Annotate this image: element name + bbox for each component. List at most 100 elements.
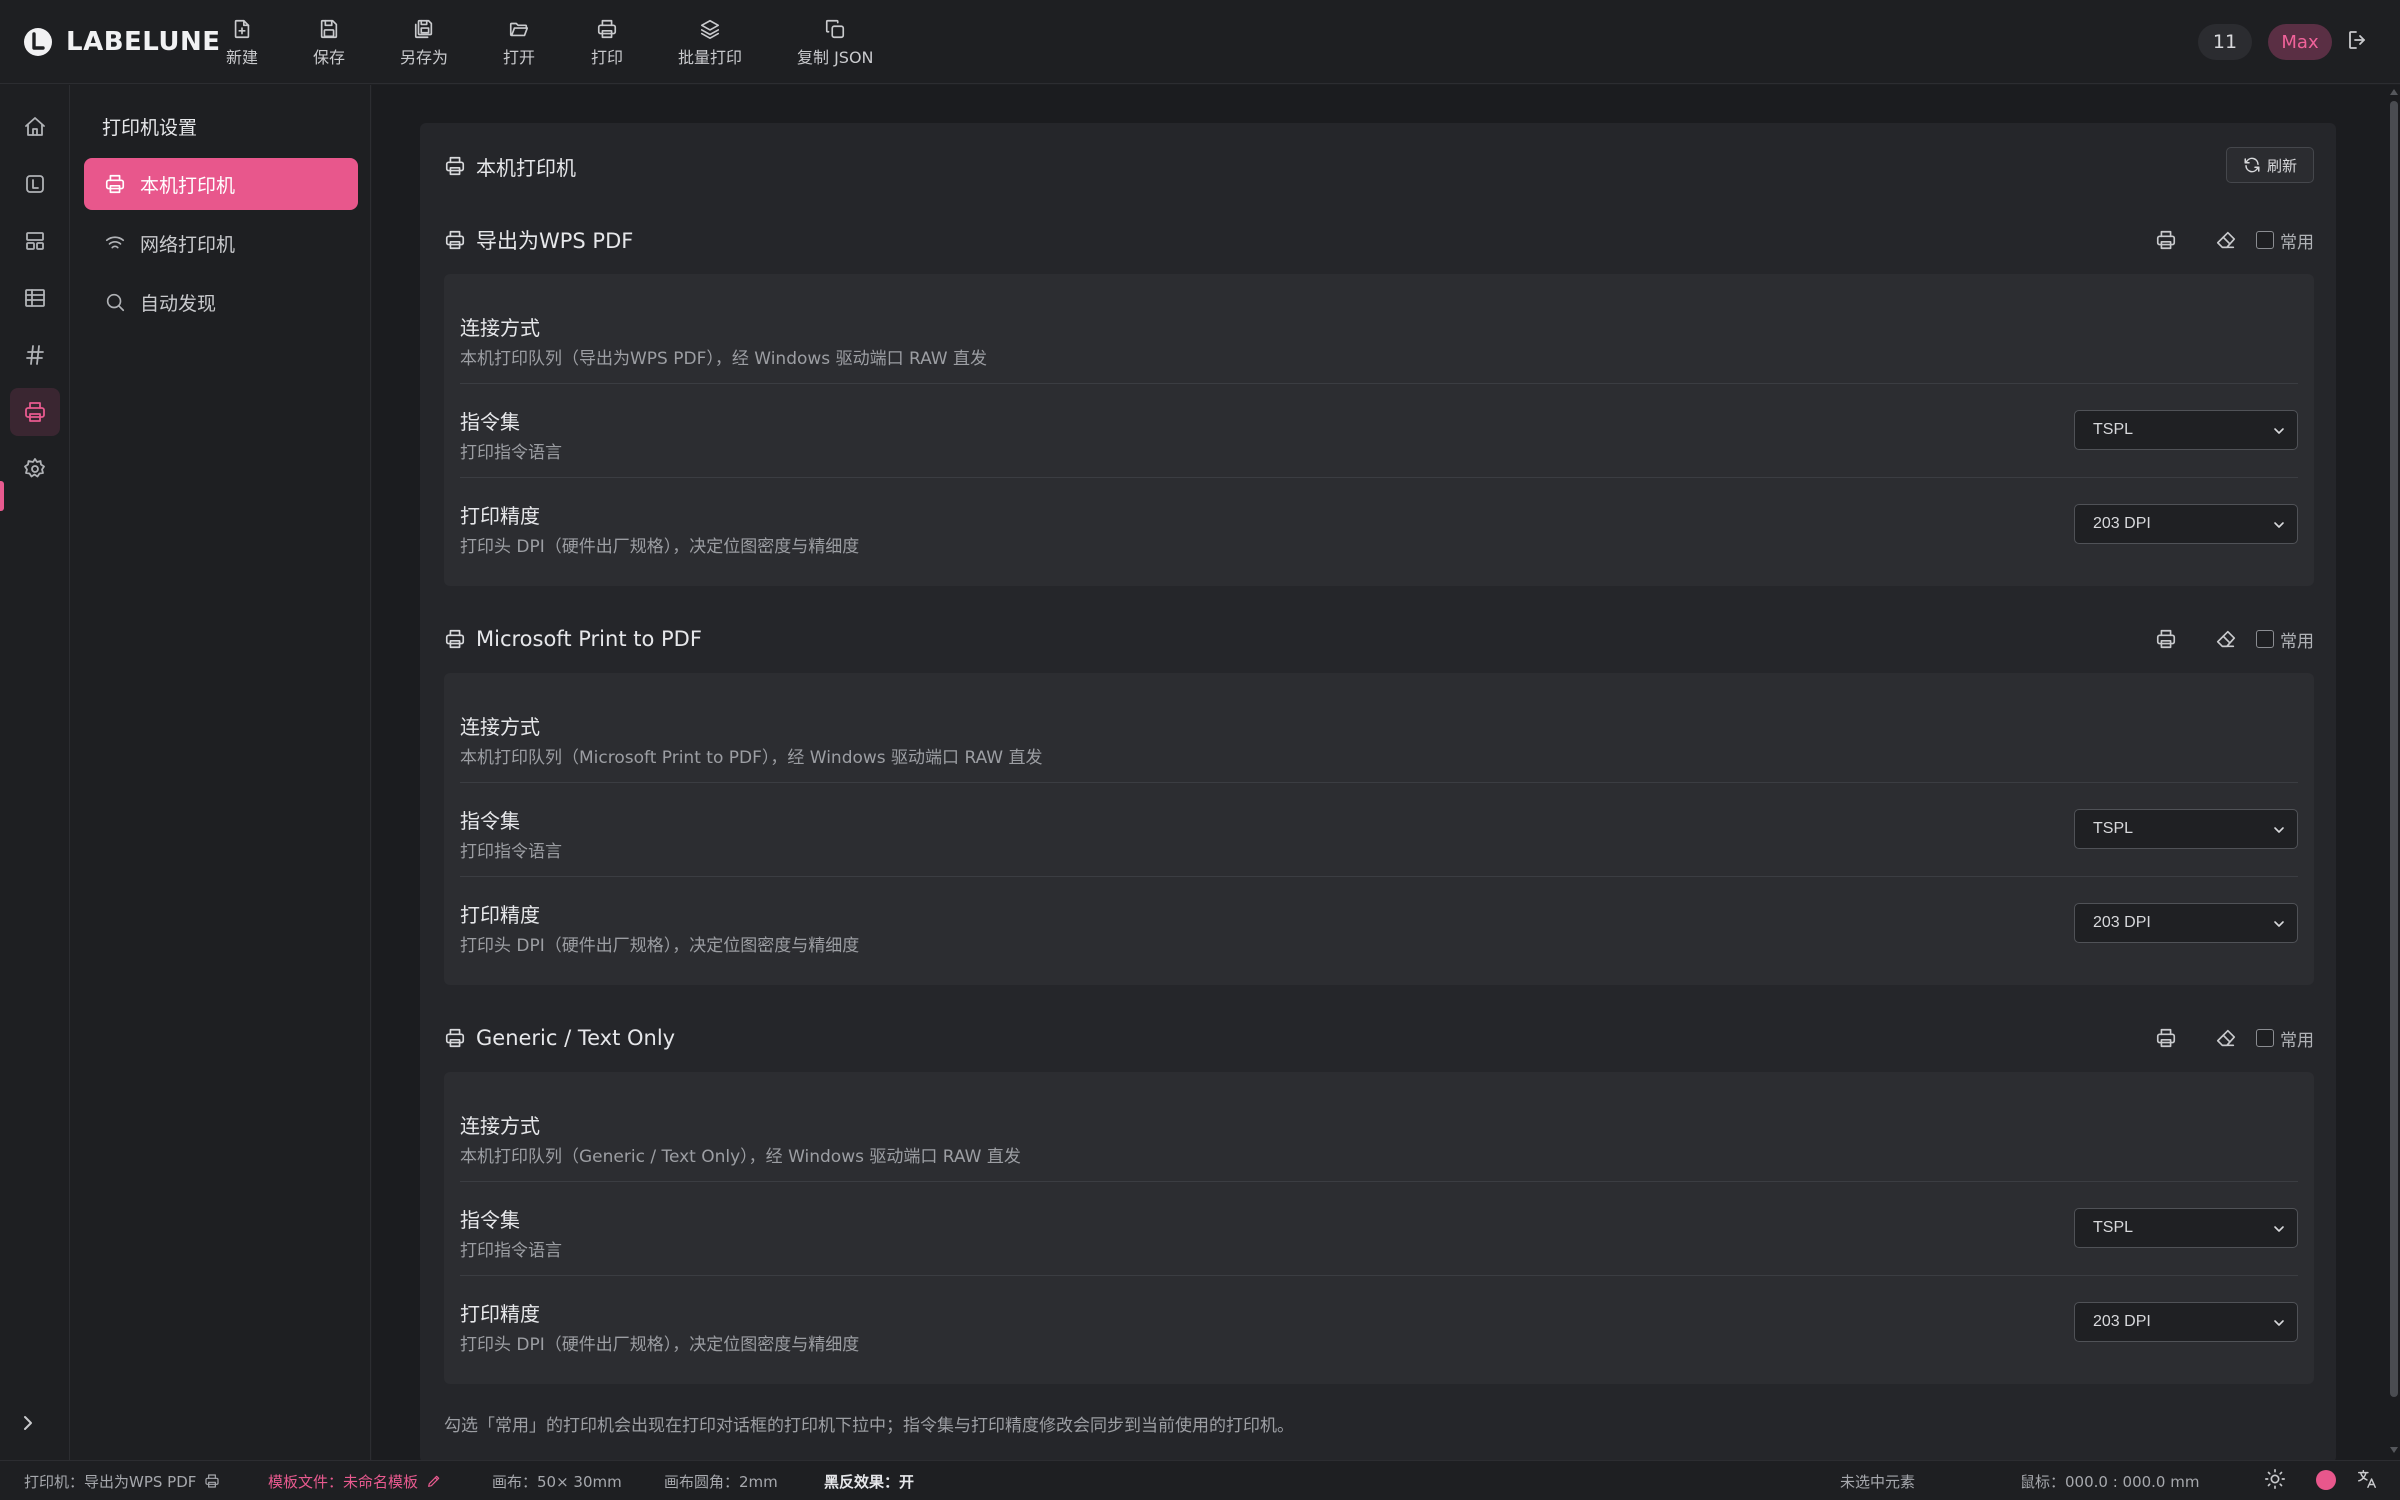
- dpi-row: 打印精度 打印头 DPI（硬件出厂规格），决定位图密度与精细度 203 DPI: [460, 1276, 2298, 1370]
- chevron-down-icon: [2274, 1320, 2284, 1326]
- icon-rail: [0, 85, 70, 1460]
- status-template[interactable]: 模板文件： 未命名模板: [268, 1471, 442, 1491]
- main-scrollbar[interactable]: [2388, 85, 2400, 1460]
- settings-sidebar: 打印机设置 本机打印机 网络打印机 自动发现: [71, 85, 371, 1460]
- printer-settings: 连接方式 本机打印队列（Generic / Text Only），经 Windo…: [444, 1072, 2314, 1384]
- command-set-row: 指令集 打印指令语言 TSPL: [460, 1182, 2298, 1276]
- new-button[interactable]: 新建: [226, 18, 258, 68]
- expand-sidebar-button[interactable]: [16, 1411, 44, 1439]
- accent-color-button[interactable]: [2316, 1470, 2336, 1490]
- label-icon: [26, 175, 44, 193]
- printer-icon: [445, 629, 465, 649]
- eraser-icon: [2216, 630, 2236, 648]
- status-bar: 打印机： 导出为WPS PDF 模板文件： 未命名模板 画布：50× 30mm …: [0, 1460, 2400, 1500]
- clear-button[interactable]: [2212, 1024, 2240, 1052]
- folder-open-icon: [509, 22, 529, 37]
- status-invert-label: 黑反效果：: [824, 1472, 900, 1491]
- printer-icon: [445, 230, 465, 250]
- search-icon: [106, 293, 125, 312]
- test-print-button[interactable]: [2152, 625, 2180, 653]
- test-print-button[interactable]: [2152, 226, 2180, 254]
- clear-button[interactable]: [2212, 226, 2240, 254]
- rail-home[interactable]: [10, 103, 60, 151]
- file-plus-icon: [234, 19, 250, 39]
- dpi-desc: 打印头 DPI（硬件出厂规格），决定位图密度与精细度: [460, 936, 860, 956]
- scroll-up-arrow[interactable]: [2390, 89, 2398, 95]
- notification-count-badge[interactable]: 11: [2198, 24, 2252, 60]
- command-set-desc: 打印指令语言: [460, 1241, 562, 1261]
- common-checkbox[interactable]: [2256, 231, 2274, 249]
- sidebar-item-label: 自动发现: [140, 292, 217, 315]
- copy-json-button[interactable]: 复制 JSON: [797, 18, 874, 68]
- printer-actions: 常用: [2152, 1024, 2314, 1052]
- printer-icon: [105, 174, 125, 194]
- command-set-select[interactable]: TSPL: [2074, 1208, 2298, 1248]
- dpi-select[interactable]: 203 DPI: [2074, 903, 2298, 943]
- print-button-label: 打印: [591, 48, 624, 67]
- connection-row: 连接方式 本机打印队列（导出为WPS PDF），经 Windows 驱动端口 R…: [460, 290, 2298, 384]
- printer-icon: [2156, 1028, 2176, 1048]
- scroll-down-arrow[interactable]: [2390, 1447, 2398, 1453]
- sidebar-item-network-printer[interactable]: 网络打印机: [84, 217, 358, 269]
- common-checkbox[interactable]: [2256, 630, 2274, 648]
- save-as-button-label: 另存为: [400, 48, 449, 67]
- chevron-down-icon: [2274, 1226, 2284, 1232]
- command-set-row: 指令集 打印指令语言 TSPL: [460, 783, 2298, 877]
- layers-icon: [700, 19, 720, 39]
- dpi-desc: 打印头 DPI（硬件出厂规格），决定位图密度与精细度: [460, 1335, 860, 1355]
- sidebar-item-local-printer[interactable]: 本机打印机: [84, 158, 358, 210]
- rail-settings[interactable]: [10, 445, 60, 493]
- sidebar-item-auto-discover[interactable]: 自动发现: [84, 276, 358, 328]
- batch-print-button[interactable]: 批量打印: [678, 18, 742, 68]
- dpi-title: 打印精度: [460, 504, 540, 528]
- main-content: 本机打印机 刷新 导出为WPS PDF 常用 连接方式 本机打印队列（导出为WP…: [372, 85, 2388, 1460]
- rail-label[interactable]: [10, 160, 60, 208]
- status-mouse-position: 鼠标：000.0 : 000.0 mm: [2020, 1472, 2200, 1491]
- rail-active-marker: [0, 481, 4, 511]
- clear-button[interactable]: [2212, 625, 2240, 653]
- printer-header: 导出为WPS PDF 常用: [444, 220, 2314, 260]
- printer-header: Microsoft Print to PDF 常用: [444, 619, 2314, 659]
- printer-settings: 连接方式 本机打印队列（Microsoft Print to PDF），经 Wi…: [444, 673, 2314, 985]
- connection-desc: 本机打印队列（导出为WPS PDF），经 Windows 驱动端口 RAW 直发: [460, 349, 988, 369]
- refresh-button[interactable]: 刷新: [2226, 147, 2314, 183]
- printer-header: Generic / Text Only 常用: [444, 1018, 2314, 1058]
- command-set-title: 指令集: [460, 1208, 520, 1232]
- dpi-select[interactable]: 203 DPI: [2074, 1302, 2298, 1342]
- settings-icon: [24, 458, 45, 478]
- user-avatar[interactable]: Max: [2268, 24, 2332, 60]
- status-printer[interactable]: 打印机： 导出为WPS PDF: [24, 1471, 220, 1491]
- rail-printer[interactable]: [10, 388, 60, 436]
- open-button[interactable]: 打开: [503, 18, 535, 68]
- table-icon: [25, 289, 45, 307]
- rail-hash[interactable]: [10, 331, 60, 379]
- eraser-icon: [2216, 231, 2236, 249]
- dpi-row: 打印精度 打印头 DPI（硬件出厂规格），决定位图密度与精细度 203 DPI: [460, 478, 2298, 572]
- language-button[interactable]: [2356, 1468, 2380, 1492]
- command-set-select[interactable]: TSPL: [2074, 410, 2298, 450]
- command-set-select[interactable]: TSPL: [2074, 809, 2298, 849]
- status-invert: 黑反效果： 开: [824, 1471, 914, 1491]
- brand-logo-icon: [24, 28, 52, 56]
- printer-name: 导出为WPS PDF: [476, 229, 634, 253]
- logout-button[interactable]: [2346, 28, 2374, 56]
- panel-header: 本机打印机: [444, 151, 576, 181]
- save-as-button[interactable]: 另存为: [400, 18, 448, 68]
- batch-print-button-label: 批量打印: [678, 48, 743, 67]
- rail-table[interactable]: [10, 274, 60, 322]
- print-button[interactable]: 打印: [591, 18, 623, 68]
- refresh-icon: [2244, 157, 2260, 173]
- theme-toggle-button[interactable]: [2264, 1468, 2288, 1492]
- printer-icon: [2156, 230, 2176, 250]
- status-selection: 未选中元素: [1840, 1472, 1916, 1491]
- rail-layout[interactable]: [10, 217, 60, 265]
- sidebar-item-label: 网络打印机: [140, 233, 236, 256]
- save-button[interactable]: 保存: [313, 18, 345, 68]
- dpi-select[interactable]: 203 DPI: [2074, 504, 2298, 544]
- panel-title: 本机打印机: [476, 155, 576, 180]
- scrollbar-thumb[interactable]: [2390, 101, 2398, 1397]
- command-set-desc: 打印指令语言: [460, 842, 562, 862]
- common-checkbox[interactable]: [2256, 1029, 2274, 1047]
- command-set-title: 指令集: [460, 809, 520, 833]
- test-print-button[interactable]: [2152, 1024, 2180, 1052]
